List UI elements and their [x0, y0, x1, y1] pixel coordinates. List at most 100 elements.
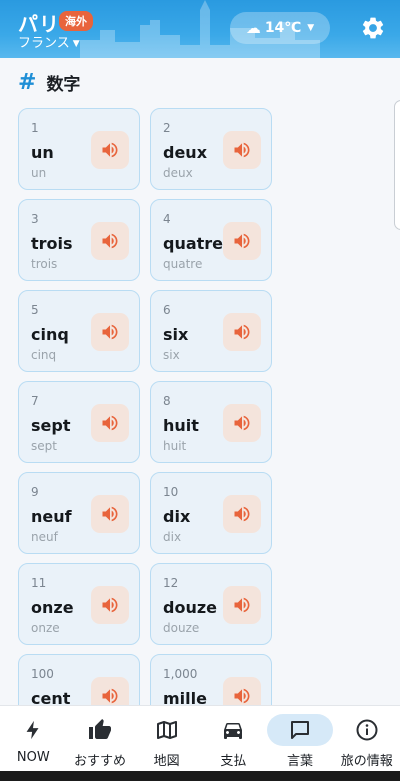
speaker-button[interactable] [91, 495, 129, 533]
card-number: 9 [31, 485, 39, 499]
card-word: huit [163, 416, 199, 435]
nav-item-payment[interactable]: 支払 [200, 706, 267, 772]
speaker-icon [234, 142, 250, 158]
cloud-icon: ☁ [245, 19, 261, 37]
card-reading: douze [163, 621, 200, 635]
card-number: 12 [163, 576, 179, 590]
card-number: 4 [163, 212, 171, 226]
card-reading: deux [163, 166, 193, 180]
bolt-icon [13, 714, 53, 746]
speaker-icon [234, 415, 250, 431]
speaker-button[interactable] [223, 222, 261, 260]
speaker-button[interactable] [91, 404, 129, 442]
map-icon [147, 714, 187, 746]
speaker-button[interactable] [91, 313, 129, 351]
card-reading: un [31, 166, 47, 180]
nav-label: 言葉 [287, 754, 314, 769]
nav-label: NOW [16, 750, 50, 765]
car-icon [213, 714, 253, 746]
card-reading: quatre [163, 257, 203, 271]
speaker-button[interactable] [91, 131, 129, 169]
card-word: cinq [31, 325, 69, 344]
phrase-card[interactable]: 7 sept sept [18, 381, 140, 463]
phrase-card[interactable]: 8 huit huit [150, 381, 272, 463]
card-reading: neuf [31, 530, 58, 544]
speaker-icon [102, 506, 118, 522]
card-number: 100 [31, 667, 54, 681]
card-word: onze [31, 598, 74, 617]
chevron-down-icon: ▼ [72, 39, 80, 49]
nav-item-phrases[interactable]: 言葉 [267, 706, 334, 772]
numbers-grid: 1 un un 2 deux deux 3 trois trois 4 quat… [18, 108, 274, 736]
phrase-card[interactable]: 10 dix dix [150, 472, 272, 554]
phrase-card[interactable]: 4 quatre quatre [150, 199, 272, 281]
card-word: six [163, 325, 189, 344]
bottom-navigation: NOW おすすめ 地図 支払 言葉 旅の情報 [0, 705, 400, 772]
card-word: deux [163, 143, 208, 162]
card-word: trois [31, 234, 73, 253]
phrase-card[interactable]: 5 cinq cinq [18, 290, 140, 372]
nav-item-recommend[interactable]: おすすめ [67, 706, 134, 772]
card-reading: onze [31, 621, 60, 635]
country-name: フランス [18, 36, 70, 51]
gear-icon[interactable] [360, 15, 386, 41]
card-number: 2 [163, 121, 171, 135]
card-number: 7 [31, 394, 39, 408]
card-reading: sept [31, 439, 57, 453]
section-header: # 数字 [18, 70, 80, 95]
speaker-icon [234, 597, 250, 613]
card-number: 5 [31, 303, 39, 317]
system-gesture-bar [0, 771, 400, 781]
card-word: dix [163, 507, 191, 526]
nav-label: おすすめ [74, 754, 127, 769]
speaker-icon [102, 688, 118, 704]
speaker-button[interactable] [91, 222, 129, 260]
country-selector[interactable]: フランス ▼ [18, 32, 80, 51]
card-reading: trois [31, 257, 58, 271]
card-reading: cinq [31, 348, 57, 362]
nav-label: 旅の情報 [340, 754, 393, 769]
speaker-icon [102, 142, 118, 158]
phrase-card[interactable]: 11 onze onze [18, 563, 140, 645]
hash-icon: # [18, 70, 37, 95]
nav-label: 支払 [220, 754, 247, 769]
speaker-icon [234, 688, 250, 704]
speaker-icon [102, 597, 118, 613]
card-number: 10 [163, 485, 179, 499]
card-number: 1,000 [163, 667, 198, 681]
speaker-button[interactable] [223, 495, 261, 533]
card-reading: dix [163, 530, 182, 544]
nav-item-travel-info[interactable]: 旅の情報 [333, 706, 400, 772]
speaker-button[interactable] [91, 586, 129, 624]
card-number: 6 [163, 303, 171, 317]
speaker-icon [234, 506, 250, 522]
phrase-card[interactable]: 3 trois trois [18, 199, 140, 281]
card-number: 11 [31, 576, 47, 590]
phrase-card[interactable]: 2 deux deux [150, 108, 272, 190]
speaker-icon [234, 233, 250, 249]
phrase-card[interactable]: 1 un un [18, 108, 140, 190]
nav-item-now[interactable]: NOW [0, 706, 67, 772]
card-word: sept [31, 416, 71, 435]
speaker-button[interactable] [223, 404, 261, 442]
card-number: 1 [31, 121, 39, 135]
card-word: quatre [163, 234, 224, 253]
speaker-button[interactable] [223, 131, 261, 169]
phrase-card[interactable]: 12 douze douze [150, 563, 272, 645]
phrase-card[interactable]: 6 six six [150, 290, 272, 372]
nav-label: 地図 [153, 754, 180, 769]
chevron-down-icon: ▼ [307, 23, 315, 33]
weather-button[interactable]: ☁ 14℃ ▼ [230, 12, 330, 44]
side-panel-handle[interactable] [394, 100, 400, 230]
card-reading: huit [163, 439, 187, 453]
speaker-button[interactable] [223, 586, 261, 624]
weather-temperature: 14℃ [264, 20, 302, 36]
card-word: douze [163, 598, 217, 617]
speaker-icon [102, 233, 118, 249]
phrase-card[interactable]: 9 neuf neuf [18, 472, 140, 554]
overseas-badge: 海外 [59, 11, 93, 31]
chat-icon [267, 714, 334, 746]
speaker-button[interactable] [223, 313, 261, 351]
section-title: 数字 [46, 75, 81, 95]
nav-item-map[interactable]: 地図 [133, 706, 200, 772]
